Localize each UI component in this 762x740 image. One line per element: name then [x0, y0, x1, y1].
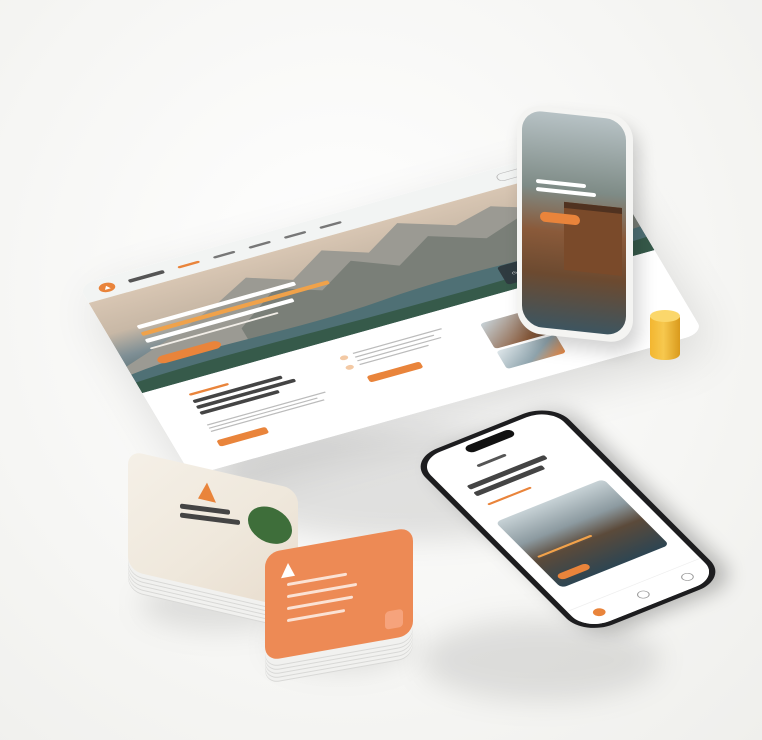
card-title — [180, 503, 240, 526]
card-line — [287, 608, 345, 623]
section-link[interactable] — [216, 426, 270, 447]
feature-list — [352, 328, 449, 366]
phone-shadow — [420, 620, 660, 700]
logo-icon — [385, 608, 403, 630]
nav-item-1[interactable] — [177, 260, 201, 269]
card-line — [287, 572, 347, 587]
nav-item-2[interactable] — [212, 250, 236, 259]
nav-item-4[interactable] — [283, 230, 307, 239]
logo-icon — [281, 561, 295, 579]
phone-brand — [476, 453, 508, 468]
logo-icon[interactable]: ▲ — [96, 280, 118, 294]
yellow-cylinder-top — [650, 310, 680, 322]
card-stack-right — [265, 526, 413, 684]
tree-image — [248, 502, 292, 549]
profile-icon[interactable] — [679, 571, 697, 583]
tall-phone-title — [536, 178, 606, 198]
nav-item-5[interactable] — [319, 220, 343, 230]
feature-button[interactable] — [366, 361, 424, 383]
tall-phone-mockup — [517, 103, 633, 345]
mockup-stage: ▲ ◷ — [0, 0, 762, 740]
explore-icon[interactable] — [634, 589, 653, 601]
list-icon — [344, 364, 355, 371]
list-icon — [338, 354, 350, 362]
brand-mark — [127, 269, 166, 283]
logo-icon — [198, 480, 216, 503]
home-icon[interactable] — [590, 606, 608, 618]
cabin-image — [564, 201, 622, 276]
tall-phone-screen — [522, 109, 626, 337]
card-line — [287, 595, 353, 611]
nav-item-3[interactable] — [248, 240, 272, 249]
